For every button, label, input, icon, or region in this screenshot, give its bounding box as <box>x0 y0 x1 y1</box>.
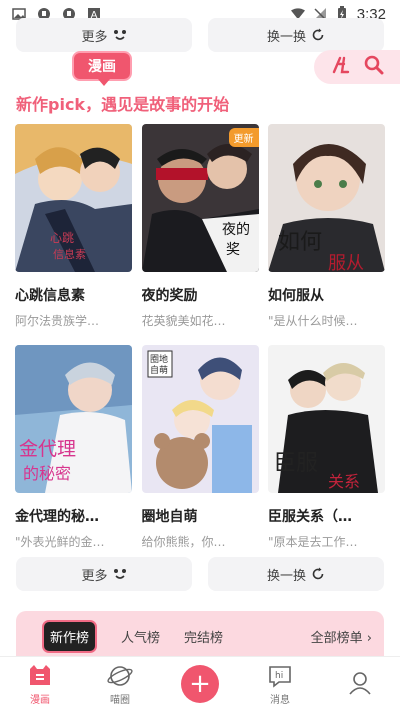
svg-text:圈地: 圈地 <box>150 353 168 365</box>
comic-card[interactable]: 圈地 自萌 圈地自萌 给你熊熊，你… <box>141 345 259 550</box>
comic-title: 心跳信息素 <box>15 288 85 304</box>
comic-desc: 花英貌美如花… <box>141 314 226 328</box>
refresh-label: 换一换 <box>266 29 306 45</box>
ranking-bar: 新作榜 人气榜 完结榜 全部榜单 › <box>16 611 384 661</box>
nav-messages[interactable]: hi 消息 <box>250 663 310 706</box>
nav-circle[interactable]: 喵圈 <box>90 663 150 706</box>
comic-card[interactable]: 如何 服从 如何服从 "是从什么时候… <box>268 124 385 329</box>
comic-cover[interactable]: 圈地 自萌 <box>141 345 259 493</box>
section-title: 新作pick，遇见是故事的开始 <box>16 95 230 114</box>
nav-label: 喵圈 <box>110 694 130 706</box>
refresh-button[interactable]: 换一换 <box>208 557 384 591</box>
right-toolbar <box>314 50 400 84</box>
comic-title: 如何服从 <box>268 288 324 304</box>
all-rankings-link[interactable]: 全部榜单 › <box>311 627 372 646</box>
tab-popular-ranking[interactable]: 人气榜 <box>121 627 160 646</box>
comic-title: 臣服关系（… <box>268 509 352 525</box>
bottom-nav: 漫画 喵圈 + hi 消息 <box>0 656 400 711</box>
top-button-row: 更多 换一换 <box>16 18 384 52</box>
bottom-button-row: 更多 换一换 <box>16 557 384 591</box>
more-button[interactable]: 更多 <box>16 557 192 591</box>
comic-card[interactable]: 臣服 关系 臣服关系（… "原本是去工作… <box>268 345 385 550</box>
manga-icon <box>27 663 53 689</box>
more-icon <box>113 30 126 40</box>
comic-cover[interactable]: 如何 服从 <box>268 124 385 272</box>
comic-cover[interactable]: 臣服 关系 <box>268 345 385 493</box>
svg-text:hi: hi <box>275 671 283 681</box>
comic-desc: "是从什么时候… <box>268 314 358 328</box>
comic-card[interactable]: 金代理 的秘密 金代理的秘… "外表光鲜的金… <box>15 345 132 550</box>
more-icon <box>113 569 126 579</box>
nav-label: 消息 <box>270 694 290 706</box>
svg-text:如何: 如何 <box>278 230 322 255</box>
nav-manga[interactable]: 漫画 <box>10 663 70 706</box>
comic-grid: 心跳 信息素 心跳信息素 阿尔法贵族学… 夜的 奖 更新 夜的奖励 花英貌美如花… <box>15 124 385 550</box>
comic-title: 夜的奖励 <box>141 288 198 304</box>
search-icon[interactable] <box>363 54 385 80</box>
svg-text:信息素: 信息素 <box>53 247 86 261</box>
more-button[interactable]: 更多 <box>16 18 192 52</box>
nav-label: 漫画 <box>30 694 50 706</box>
refresh-label: 换一换 <box>266 568 306 584</box>
nav-profile[interactable] <box>330 670 390 698</box>
svg-text:奖: 奖 <box>226 241 240 258</box>
more-label: 更多 <box>81 568 108 584</box>
svg-text:的秘密: 的秘密 <box>23 464 71 483</box>
tab-finished-ranking[interactable]: 完结榜 <box>184 627 223 646</box>
comic-card[interactable]: 心跳 信息素 心跳信息素 阿尔法贵族学… <box>15 124 132 329</box>
comic-desc: "原本是去工作… <box>268 535 358 549</box>
creator-icon[interactable] <box>330 54 352 80</box>
svg-text:心跳: 心跳 <box>50 231 74 245</box>
comic-desc: 给你熊熊，你… <box>141 535 226 549</box>
plus-icon: + <box>181 665 219 703</box>
svg-text:金代理: 金代理 <box>19 438 76 460</box>
profile-icon <box>347 670 373 696</box>
comic-cover[interactable]: 夜的 奖 更新 <box>141 124 259 272</box>
update-badge: 更新 <box>228 128 259 147</box>
svg-text:臣服: 臣服 <box>274 451 318 476</box>
svg-text:关系: 关系 <box>328 472 360 491</box>
comic-cover[interactable]: 心跳 信息素 <box>15 124 132 272</box>
comic-title: 圈地自萌 <box>141 509 198 525</box>
manga-tab-tag[interactable]: 漫画 <box>72 51 132 86</box>
comic-desc: "外表光鲜的金… <box>15 535 105 549</box>
message-icon: hi <box>267 663 293 689</box>
svg-text:夜的: 夜的 <box>222 222 250 238</box>
comic-card[interactable]: 夜的 奖 更新 夜的奖励 花英貌美如花… <box>141 124 259 329</box>
more-label: 更多 <box>81 29 108 45</box>
svg-text:服从: 服从 <box>328 253 364 272</box>
comic-title: 金代理的秘… <box>15 509 99 525</box>
nav-create[interactable]: + <box>170 665 230 703</box>
tab-new-ranking[interactable]: 新作榜 <box>42 619 98 653</box>
planet-icon <box>107 663 133 689</box>
comic-cover[interactable]: 金代理 的秘密 <box>15 345 132 493</box>
refresh-icon <box>312 567 324 580</box>
comic-desc: 阿尔法贵族学… <box>15 314 100 328</box>
refresh-icon <box>312 28 324 41</box>
refresh-button[interactable]: 换一换 <box>208 18 384 52</box>
svg-text:自萌: 自萌 <box>150 364 168 376</box>
